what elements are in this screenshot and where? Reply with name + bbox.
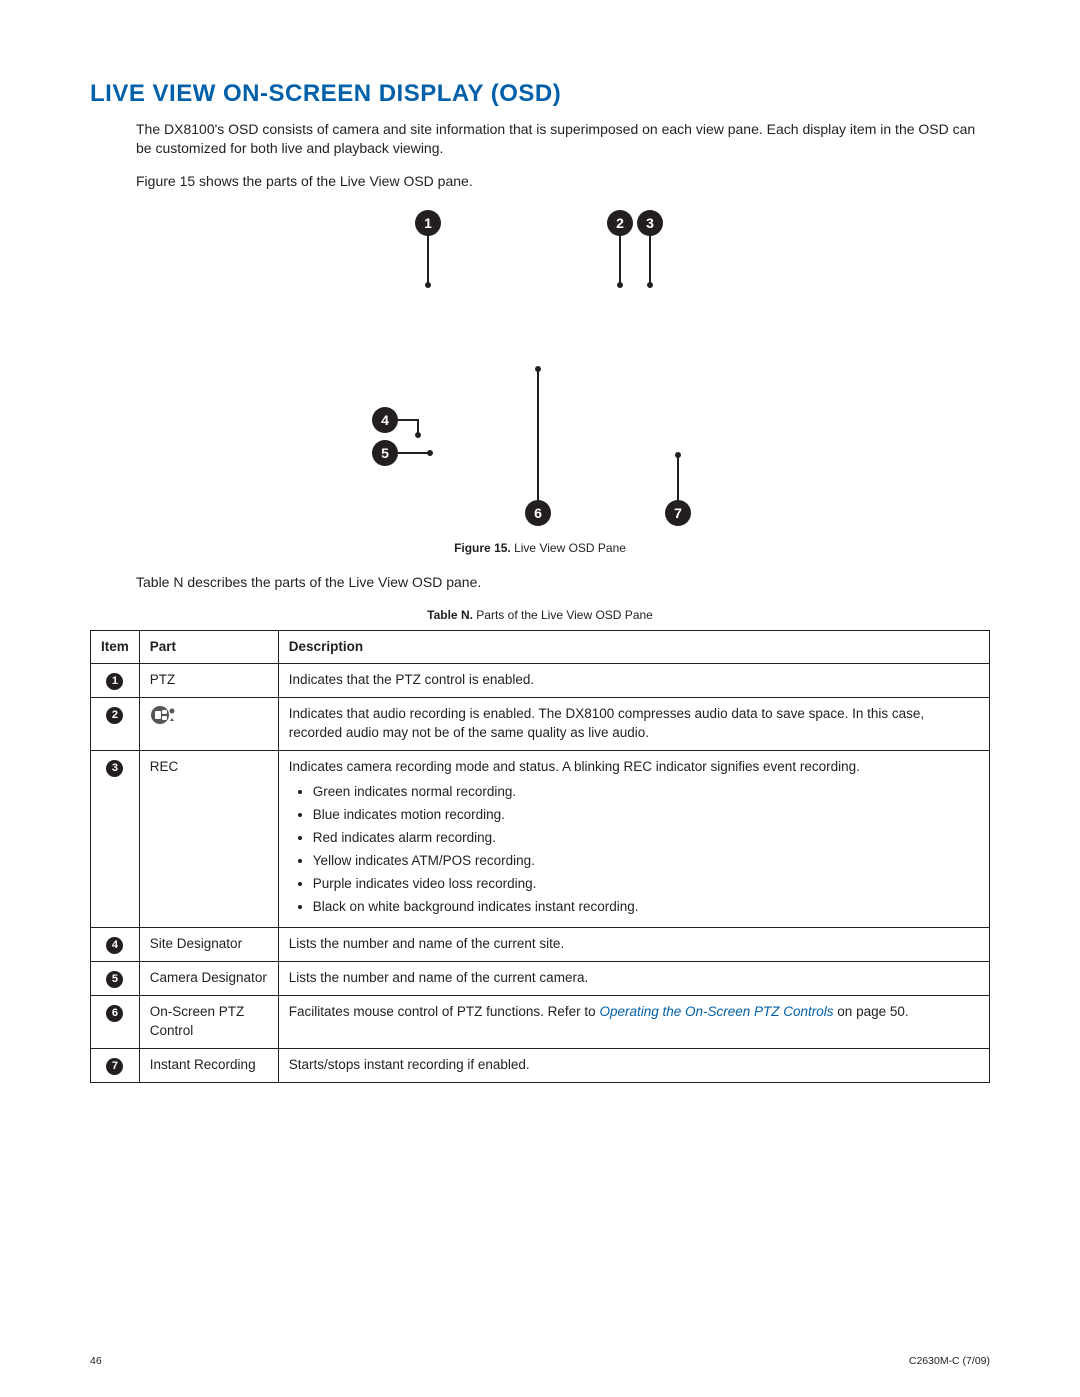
- cell-description: Indicates that the PTZ control is enable…: [278, 664, 989, 698]
- cell-description: Lists the number and name of the current…: [278, 928, 989, 962]
- svg-text:5: 5: [381, 445, 389, 461]
- figure-lead-text: Figure 15 shows the parts of the Live Vi…: [90, 172, 990, 191]
- intro-paragraph: The DX8100's OSD consists of camera and …: [90, 120, 990, 158]
- cell-description: Starts/stops instant recording if enable…: [278, 1049, 989, 1083]
- figure-caption-text: Live View OSD Pane: [514, 541, 626, 555]
- callout-4: 4: [372, 407, 421, 438]
- svg-text:4: 4: [381, 412, 389, 428]
- item-badge: 1: [106, 673, 123, 690]
- svg-text:1: 1: [424, 215, 432, 231]
- list-item: Black on white background indicates inst…: [313, 898, 979, 917]
- callout-2: 2: [607, 210, 633, 288]
- audio-recording-icon: [150, 707, 180, 722]
- item-badge: 6: [106, 1005, 123, 1022]
- item-badge: 4: [106, 937, 123, 954]
- table-row: 3 RECIndicates camera recording mode and …: [91, 751, 990, 928]
- cell-item: 2: [91, 698, 140, 751]
- cell-part: On-Screen PTZ Control: [139, 996, 278, 1049]
- item-badge: 2: [106, 707, 123, 724]
- list-item: Blue indicates motion recording.: [313, 806, 979, 825]
- callout-6: 6: [525, 366, 551, 526]
- cell-part: [139, 698, 278, 751]
- document-page: LIVE VIEW ON-SCREEN DISPLAY (OSD) The DX…: [0, 0, 1080, 1397]
- table-row: 5 Camera DesignatorLists the number and n…: [91, 962, 990, 996]
- table-row: 7 Instant RecordingStarts/stops instant r…: [91, 1049, 990, 1083]
- cell-part: Instant Recording: [139, 1049, 278, 1083]
- cell-description: Indicates that audio recording is enable…: [278, 698, 989, 751]
- table-row: 1 PTZIndicates that the PTZ control is en…: [91, 664, 990, 698]
- figure-live-view-osd: 1 2 3 4: [90, 205, 990, 555]
- list-item: Purple indicates video loss recording.: [313, 875, 979, 894]
- cell-description: Lists the number and name of the current…: [278, 962, 989, 996]
- table-lead-text: Table N describes the parts of the Live …: [90, 573, 990, 592]
- footer-doc-id: C2630M-C (7/09): [909, 1355, 990, 1367]
- table-caption-label: Table N.: [427, 608, 473, 622]
- svg-text:7: 7: [674, 505, 682, 521]
- svg-text:3: 3: [646, 215, 654, 231]
- callout-1: 1: [415, 210, 441, 288]
- cell-part: PTZ: [139, 664, 278, 698]
- table-row: 2 Indicates that audio recording is enabl…: [91, 698, 990, 751]
- callout-7: 7: [665, 452, 691, 526]
- cross-reference-link[interactable]: Operating the On-Screen PTZ Controls: [599, 1004, 833, 1019]
- cell-part: REC: [139, 751, 278, 928]
- cell-description: Facilitates mouse control of PTZ functio…: [278, 996, 989, 1049]
- item-badge: 3: [106, 760, 123, 777]
- svg-text:2: 2: [616, 215, 624, 231]
- cell-item: 3: [91, 751, 140, 928]
- th-part: Part: [139, 630, 278, 664]
- cell-item: 4: [91, 928, 140, 962]
- list-item: Yellow indicates ATM/POS recording.: [313, 852, 979, 871]
- figure-diagram: 1 2 3 4: [330, 205, 750, 535]
- item-badge: 7: [106, 1058, 123, 1075]
- svg-text:6: 6: [534, 505, 542, 521]
- table-caption: Table N. Parts of the Live View OSD Pane: [90, 608, 990, 622]
- section-title: LIVE VIEW ON-SCREEN DISPLAY (OSD): [90, 80, 990, 108]
- callout-3: 3: [637, 210, 663, 288]
- description-bullet-list: Green indicates normal recording. Blue in…: [289, 783, 979, 916]
- figure-caption-label: Figure 15.: [454, 541, 511, 555]
- cell-part: Site Designator: [139, 928, 278, 962]
- cell-part: Camera Designator: [139, 962, 278, 996]
- figure-caption: Figure 15. Live View OSD Pane: [90, 541, 990, 555]
- table-caption-text: Parts of the Live View OSD Pane: [476, 608, 653, 622]
- cell-item: 1: [91, 664, 140, 698]
- cell-item: 5: [91, 962, 140, 996]
- parts-table: Item Part Description 1 PTZIndicates that…: [90, 630, 990, 1084]
- table-row: 4 Site DesignatorLists the number and nam…: [91, 928, 990, 962]
- callout-5: 5: [372, 440, 433, 466]
- cell-item: 6: [91, 996, 140, 1049]
- table-row: 6 On-Screen PTZ ControlFacilitates mouse …: [91, 996, 990, 1049]
- item-badge: 5: [106, 971, 123, 988]
- table-header-row: Item Part Description: [91, 630, 990, 664]
- cell-item: 7: [91, 1049, 140, 1083]
- list-item: Green indicates normal recording.: [313, 783, 979, 802]
- th-item: Item: [91, 630, 140, 664]
- footer-page-number: 46: [90, 1355, 102, 1367]
- page-footer: 46 C2630M-C (7/09): [90, 1355, 990, 1367]
- cell-description: Indicates camera recording mode and stat…: [278, 751, 989, 928]
- th-desc: Description: [278, 630, 989, 664]
- list-item: Red indicates alarm recording.: [313, 829, 979, 848]
